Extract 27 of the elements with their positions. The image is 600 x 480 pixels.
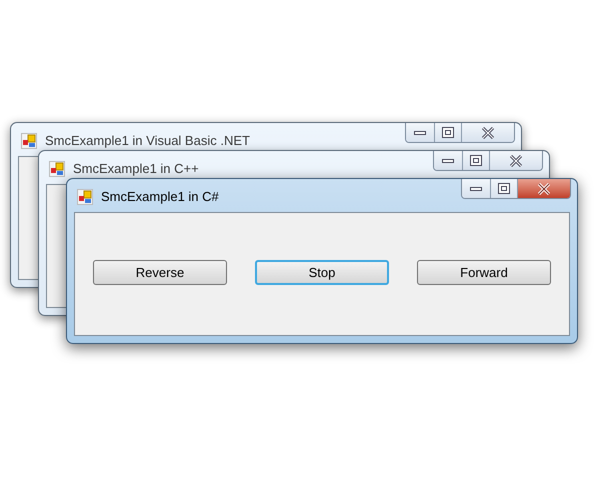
maximize-button[interactable] (491, 179, 518, 198)
maximize-icon (442, 127, 454, 138)
minimize-button[interactable] (406, 123, 435, 142)
app-icon (49, 160, 65, 177)
minimize-button[interactable] (434, 151, 463, 170)
minimize-icon (414, 130, 426, 136)
close-button[interactable] (490, 151, 542, 170)
close-button[interactable] (518, 179, 570, 198)
minimize-icon (442, 158, 454, 164)
close-button[interactable] (462, 123, 514, 142)
window-title: SmcExample1 in Visual Basic .NET (45, 132, 250, 150)
close-icon (481, 126, 495, 138)
app-icon (21, 132, 37, 149)
window-title: SmcExample1 in C# (101, 188, 219, 206)
push-button[interactable]: Stop (255, 260, 389, 285)
maximize-button[interactable] (463, 151, 490, 170)
minimize-button[interactable] (462, 179, 491, 198)
close-icon (509, 154, 523, 166)
maximize-icon (470, 155, 482, 166)
maximize-icon (498, 183, 510, 194)
close-icon (537, 182, 551, 194)
push-button[interactable]: Reverse (93, 260, 227, 285)
push-button[interactable]: Forward (417, 260, 551, 285)
minimize-icon (470, 186, 482, 192)
window-title: SmcExample1 in C++ (73, 160, 199, 178)
app-icon (77, 188, 93, 205)
maximize-button[interactable] (435, 123, 462, 142)
